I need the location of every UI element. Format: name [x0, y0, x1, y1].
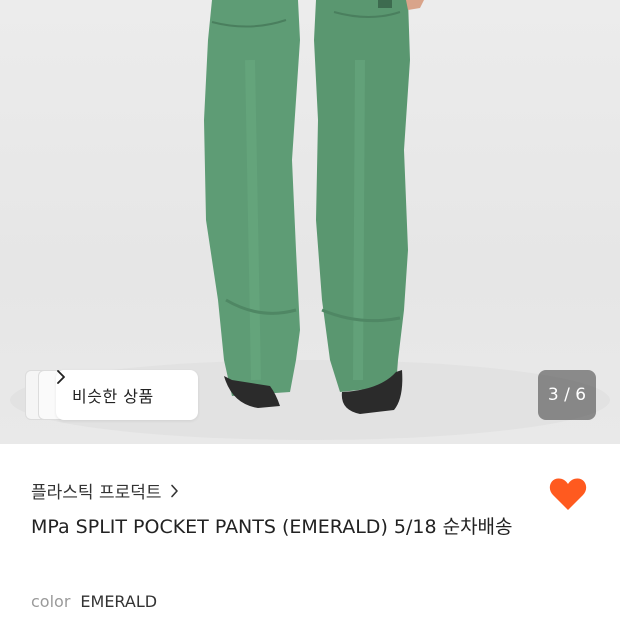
option-row: color EMERALD [31, 592, 157, 611]
similar-products-label: 비슷한 상품 [72, 387, 154, 406]
product-title: MPa SPLIT POCKET PANTS (EMERALD) 5/18 순차… [31, 516, 513, 538]
brand-name: 플라스틱 프로덕트 [31, 483, 162, 503]
similar-products-button[interactable]: 비슷한 상품 [56, 370, 198, 420]
image-counter: 3 / 6 [538, 370, 596, 420]
heart-icon [549, 478, 587, 510]
option-value: EMERALD [80, 592, 158, 611]
product-image[interactable]: 비슷한 상품 3 / 6 [0, 0, 620, 444]
like-button[interactable] [548, 474, 588, 514]
chevron-right-icon [170, 484, 179, 498]
brand-link[interactable]: 플라스틱 프로덕트 [31, 478, 179, 503]
option-label: color [31, 592, 71, 611]
